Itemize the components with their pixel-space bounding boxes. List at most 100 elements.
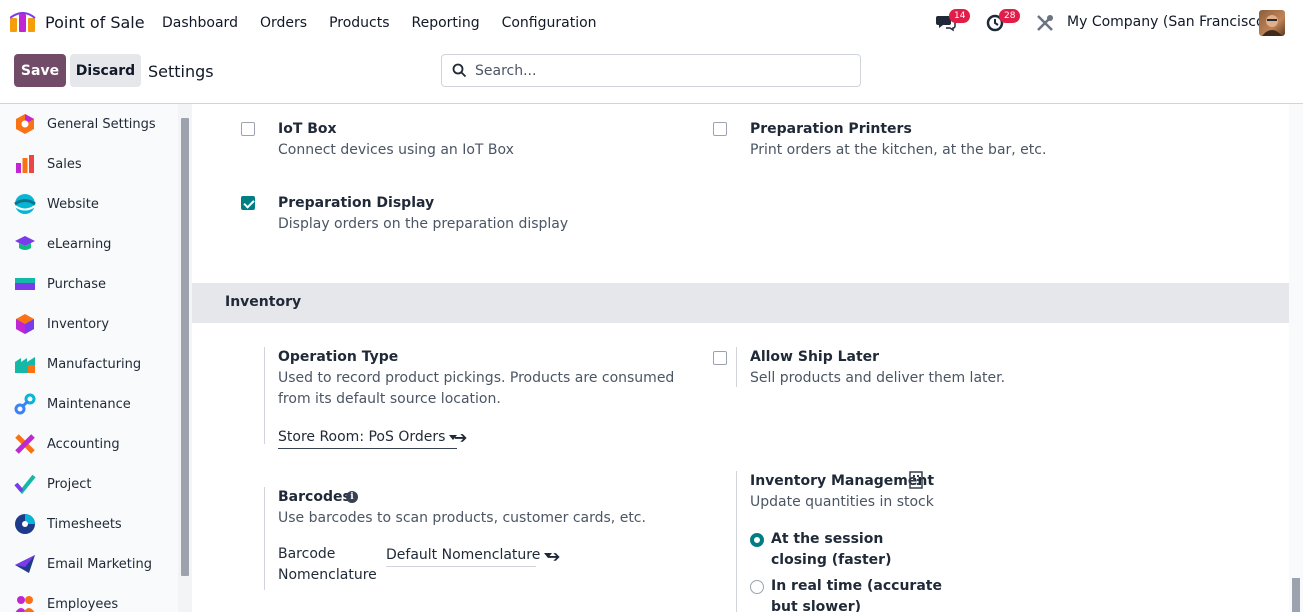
barcodes-title: Barcodes: [278, 489, 351, 505]
preparation-printers-desc: Print orders at the kitchen, at the bar,…: [750, 142, 1047, 158]
content-scrollbar-thumb[interactable]: [1292, 578, 1300, 612]
search-input[interactable]: [475, 62, 835, 79]
allow-ship-later-title: Allow Ship Later: [750, 349, 880, 365]
inventory-section-header: Inventory: [192, 283, 1289, 323]
sidebar-item-inventory[interactable]: Inventory: [0, 304, 178, 344]
iot-box-checkbox[interactable]: [241, 122, 255, 136]
sidebar-item-label: Purchase: [47, 276, 107, 292]
operation-type-value: Store Room: PoS Orders: [278, 429, 446, 445]
company-switcher[interactable]: My Company (San Francisco): [1067, 14, 1270, 30]
sidebar-item-label: Project: [47, 476, 92, 492]
sidebar-item-timesheets[interactable]: Timesheets: [0, 504, 178, 544]
save-button[interactable]: Save: [14, 54, 66, 87]
barcode-nomenclature-select[interactable]: Default Nomenclature: [386, 547, 553, 567]
timesheets-icon: [15, 514, 35, 534]
operation-type-title: Operation Type: [278, 349, 399, 365]
iot-box-desc: Connect devices using an IoT Box: [278, 142, 514, 158]
search-box[interactable]: [441, 54, 861, 87]
sidebar-item-label: Website: [47, 196, 99, 212]
sidebar-item-general-settings[interactable]: General Settings: [0, 104, 178, 144]
inventory-section-title: Inventory: [225, 294, 302, 310]
barcode-nomenclature-label: Barcode Nomenclature: [278, 546, 377, 583]
sidebar-item-label: eLearning: [47, 236, 112, 252]
user-avatar-icon: [1262, 15, 1282, 36]
preparation-display-desc: Display orders on the preparation displa…: [278, 216, 569, 232]
tools-icon[interactable]: [1036, 14, 1054, 32]
divider: [264, 487, 265, 590]
email-marketing-icon: [15, 555, 35, 573]
operation-type-select[interactable]: Store Room: PoS Orders: [278, 429, 458, 449]
sidebar-item-manufacturing[interactable]: Manufacturing: [0, 344, 178, 384]
sidebar-item-label: Inventory: [47, 316, 110, 332]
search-icon: [452, 63, 467, 78]
operation-type-open-arrow-icon[interactable]: ➔: [454, 428, 467, 447]
building-icon: [909, 471, 923, 489]
sidebar-item-label: Email Marketing: [47, 556, 152, 572]
operation-type-desc: Used to record product pickings. Product…: [278, 370, 675, 407]
radio-session-closing-label[interactable]: At the session closing (faster): [771, 529, 921, 571]
inventory-management-title: Inventory Management: [750, 473, 935, 489]
sidebar-item-label: Employees: [47, 596, 119, 612]
sidebar-item-label: Manufacturing: [47, 356, 142, 372]
barcodes-desc: Use barcodes to scan products, customer …: [278, 510, 646, 526]
preparation-display-title: Preparation Display: [278, 195, 435, 211]
sidebar-scrollbar-thumb[interactable]: [181, 118, 189, 576]
sidebar-item-purchase[interactable]: Purchase: [0, 264, 178, 304]
preparation-printers-title: Preparation Printers: [750, 121, 912, 137]
divider: [264, 347, 265, 444]
general-settings-icon: [16, 114, 34, 134]
sidebar-item-label: Timesheets: [47, 516, 122, 532]
sidebar-item-label: Maintenance: [47, 396, 131, 412]
user-avatar[interactable]: [1259, 10, 1285, 36]
menu-dashboard[interactable]: Dashboard: [162, 15, 238, 31]
sidebar-item-maintenance[interactable]: Maintenance: [0, 384, 178, 424]
preparation-printers-checkbox[interactable]: [713, 122, 727, 136]
menu-configuration[interactable]: Configuration: [502, 15, 597, 31]
sidebar-item-elearning[interactable]: eLearning: [0, 224, 178, 264]
radio-real-time[interactable]: [750, 580, 764, 594]
activities-button[interactable]: 28: [986, 9, 1021, 34]
messages-badge: 14: [949, 9, 971, 23]
inventory-icon: [16, 314, 34, 334]
radio-real-time-label[interactable]: In real time (accurate but slower): [771, 576, 951, 612]
top-navbar: Point of Sale Dashboard Orders Products …: [0, 0, 1303, 46]
preparation-display-checkbox[interactable]: [241, 196, 255, 210]
employees-icon: [15, 596, 35, 612]
sales-icon: [16, 155, 34, 173]
sidebar-item-project[interactable]: Project: [0, 464, 178, 504]
settings-content: IoT Box Connect devices using an IoT Box…: [192, 104, 1289, 612]
sidebar-item-label: Sales: [47, 156, 82, 172]
activities-badge: 28: [999, 9, 1021, 23]
info-icon[interactable]: i: [346, 491, 358, 503]
website-icon: [14, 194, 36, 214]
allow-ship-later-desc: Sell products and deliver them later.: [750, 370, 1006, 386]
maintenance-icon: [14, 393, 36, 415]
pos-app-icon[interactable]: [10, 12, 36, 32]
manufacturing-icon: [15, 357, 35, 373]
sidebar-item-employees[interactable]: Employees: [0, 584, 178, 612]
sidebar-item-label: Accounting: [47, 436, 120, 452]
settings-sidebar: General Settings Sales Website eLearning…: [0, 104, 178, 612]
discard-button[interactable]: Discard: [70, 54, 141, 87]
menu-products[interactable]: Products: [329, 15, 389, 31]
divider: [736, 471, 737, 612]
accounting-icon: [15, 434, 35, 454]
menu-orders[interactable]: Orders: [260, 15, 307, 31]
divider: [736, 347, 737, 387]
allow-ship-later-checkbox[interactable]: [713, 351, 727, 365]
barcode-nomenclature-open-arrow-icon[interactable]: ➔: [547, 547, 560, 566]
iot-box-title: IoT Box: [278, 121, 337, 137]
menu-reporting[interactable]: Reporting: [412, 15, 480, 31]
messages-button[interactable]: 14: [936, 9, 971, 34]
sidebar-item-sales[interactable]: Sales: [0, 144, 178, 184]
elearning-icon: [15, 236, 35, 250]
page-title: Settings: [148, 62, 214, 81]
sidebar-scrollbar[interactable]: [178, 104, 192, 612]
sidebar-item-website[interactable]: Website: [0, 184, 178, 224]
app-name[interactable]: Point of Sale: [45, 13, 145, 32]
radio-session-closing[interactable]: [750, 533, 764, 547]
sidebar-item-email-marketing[interactable]: Email Marketing: [0, 544, 178, 584]
purchase-icon: [15, 278, 35, 290]
content-scrollbar[interactable]: [1289, 104, 1303, 612]
sidebar-item-accounting[interactable]: Accounting: [0, 424, 178, 464]
